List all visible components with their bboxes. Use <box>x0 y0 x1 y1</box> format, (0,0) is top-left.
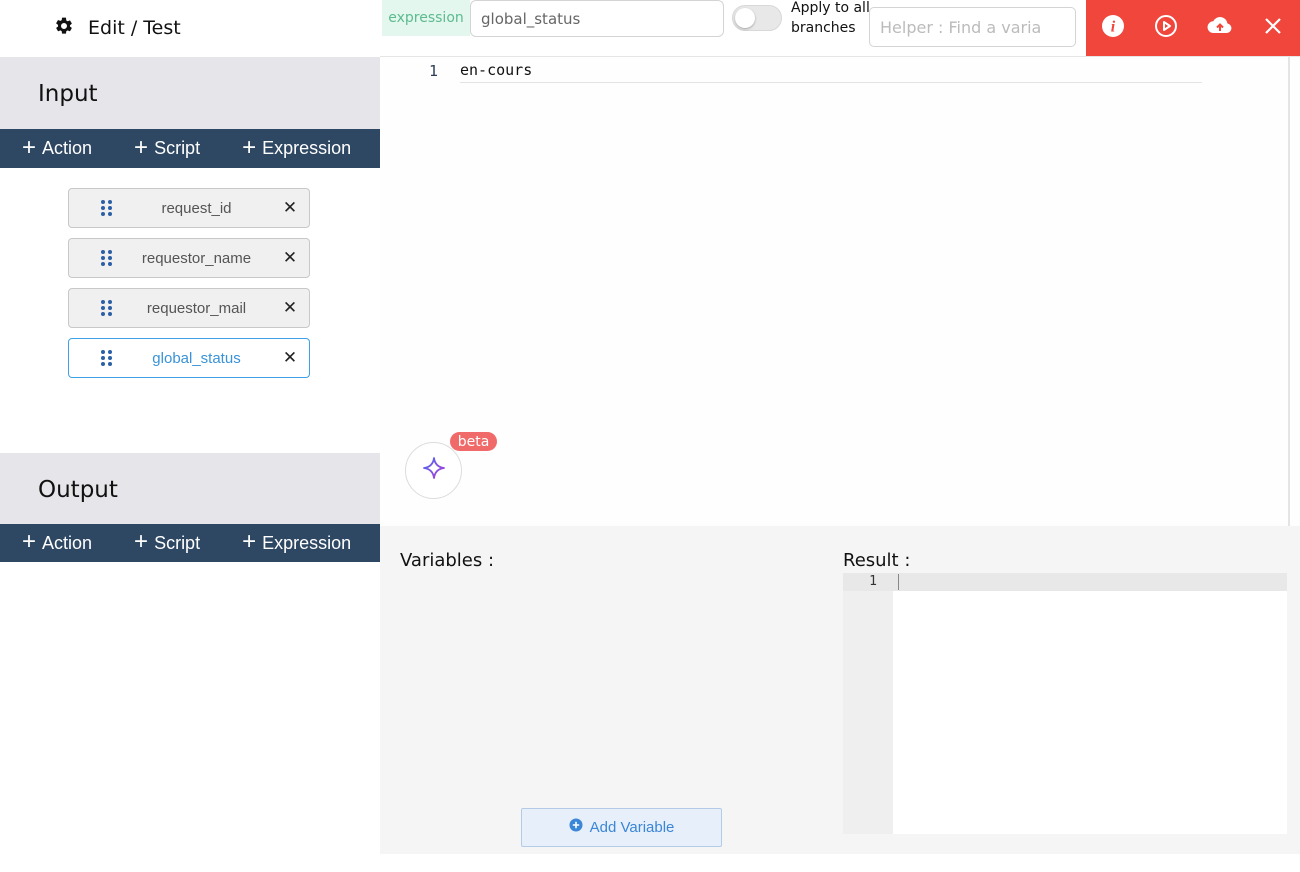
page-title: Edit / Test <box>88 17 181 39</box>
output-section-header: Output <box>0 453 380 525</box>
input-variable-chip[interactable]: request_id ✕ <box>68 188 310 228</box>
info-icon: i <box>1101 14 1125 43</box>
input-add-script-label: Script <box>154 138 201 158</box>
add-variable-button[interactable]: Add Variable <box>521 808 722 847</box>
expression-code-editor[interactable]: 1 en-cours <box>380 56 1300 527</box>
input-variable-chip-active[interactable]: global_status ✕ <box>68 338 310 378</box>
remove-icon[interactable]: ✕ <box>280 298 300 318</box>
ai-assistant-button[interactable] <box>405 442 462 499</box>
code-line[interactable]: en-cours <box>460 61 1202 83</box>
input-toolbar: + Action + Script + Expression <box>0 129 380 168</box>
output-add-expression-button[interactable]: + Expression <box>242 524 351 563</box>
test-panel: Variables : Add Variable Result : 1 <box>380 526 1300 854</box>
input-add-script-button[interactable]: + Script <box>134 129 200 168</box>
input-add-action-label: Action <box>42 138 93 158</box>
input-variable-chip[interactable]: requestor_name ✕ <box>68 238 310 278</box>
helper-search-input[interactable] <box>869 7 1076 47</box>
input-add-expression-button[interactable]: + Expression <box>242 129 351 168</box>
variable-label: global_status <box>152 349 241 367</box>
gear-icon[interactable] <box>54 16 74 41</box>
remove-icon[interactable]: ✕ <box>280 248 300 268</box>
result-title: Result : <box>843 550 911 571</box>
output-add-script-button[interactable]: + Script <box>134 524 200 563</box>
close-button[interactable] <box>1247 0 1300 56</box>
cloud-upload-icon <box>1207 15 1233 42</box>
input-add-expression-label: Expression <box>262 138 352 158</box>
run-test-button[interactable] <box>1140 0 1194 56</box>
remove-icon[interactable]: ✕ <box>280 198 300 218</box>
editor-scrollbar[interactable] <box>1288 57 1290 527</box>
plus-icon: + <box>242 528 257 555</box>
beta-badge: beta <box>450 432 497 451</box>
plus-icon: + <box>22 133 37 161</box>
drag-handle-icon[interactable] <box>101 250 113 266</box>
plus-icon: + <box>134 133 149 161</box>
input-section-header: Input <box>0 57 380 129</box>
plus-icon: + <box>242 133 257 161</box>
output-add-expression-label: Expression <box>262 532 352 553</box>
input-section-title: Input <box>38 81 98 107</box>
output-add-script-label: Script <box>154 532 201 553</box>
plus-icon: + <box>134 528 149 555</box>
header-action-bar: i <box>1086 0 1300 56</box>
result-line-number: 1 <box>869 574 877 589</box>
add-variable-label: Add Variable <box>589 819 675 836</box>
toggle-knob <box>735 8 755 28</box>
drag-handle-icon[interactable] <box>101 350 113 366</box>
page-header: Edit / Test <box>54 14 181 42</box>
output-add-action-button[interactable]: + Action <box>22 524 92 563</box>
svg-text:i: i <box>1111 18 1116 35</box>
result-editor[interactable]: 1 <box>843 573 1287 834</box>
output-toolbar: + Action + Script + Expression <box>0 524 380 562</box>
line-number: 1 <box>428 62 438 80</box>
apply-all-toggle[interactable] <box>732 5 782 31</box>
result-gutter <box>843 573 893 834</box>
drag-handle-icon[interactable] <box>101 200 113 216</box>
variables-title: Variables : <box>400 550 495 571</box>
apply-all-label: Apply to all branches <box>791 0 870 36</box>
variable-label: requestor_mail <box>146 299 247 317</box>
remove-icon[interactable]: ✕ <box>280 348 300 368</box>
variable-label: request_id <box>161 199 232 217</box>
close-icon <box>1264 17 1282 40</box>
variable-label: requestor_name <box>141 249 252 267</box>
output-add-action-label: Action <box>42 532 93 553</box>
sparkle-icon <box>422 456 446 485</box>
text-cursor <box>898 574 899 590</box>
input-variable-chip[interactable]: requestor_mail ✕ <box>68 288 310 328</box>
result-active-line <box>843 573 1287 591</box>
expression-name-input[interactable] <box>470 0 724 37</box>
play-icon <box>1154 14 1178 43</box>
output-section-title: Output <box>38 477 118 503</box>
plus-icon: + <box>22 528 37 555</box>
expression-type-tag: expression <box>382 0 470 36</box>
info-button[interactable]: i <box>1086 0 1140 56</box>
drag-handle-icon[interactable] <box>101 300 113 316</box>
plus-circle-icon <box>569 818 583 837</box>
save-button[interactable] <box>1193 0 1247 56</box>
input-add-action-button[interactable]: + Action <box>22 129 92 168</box>
